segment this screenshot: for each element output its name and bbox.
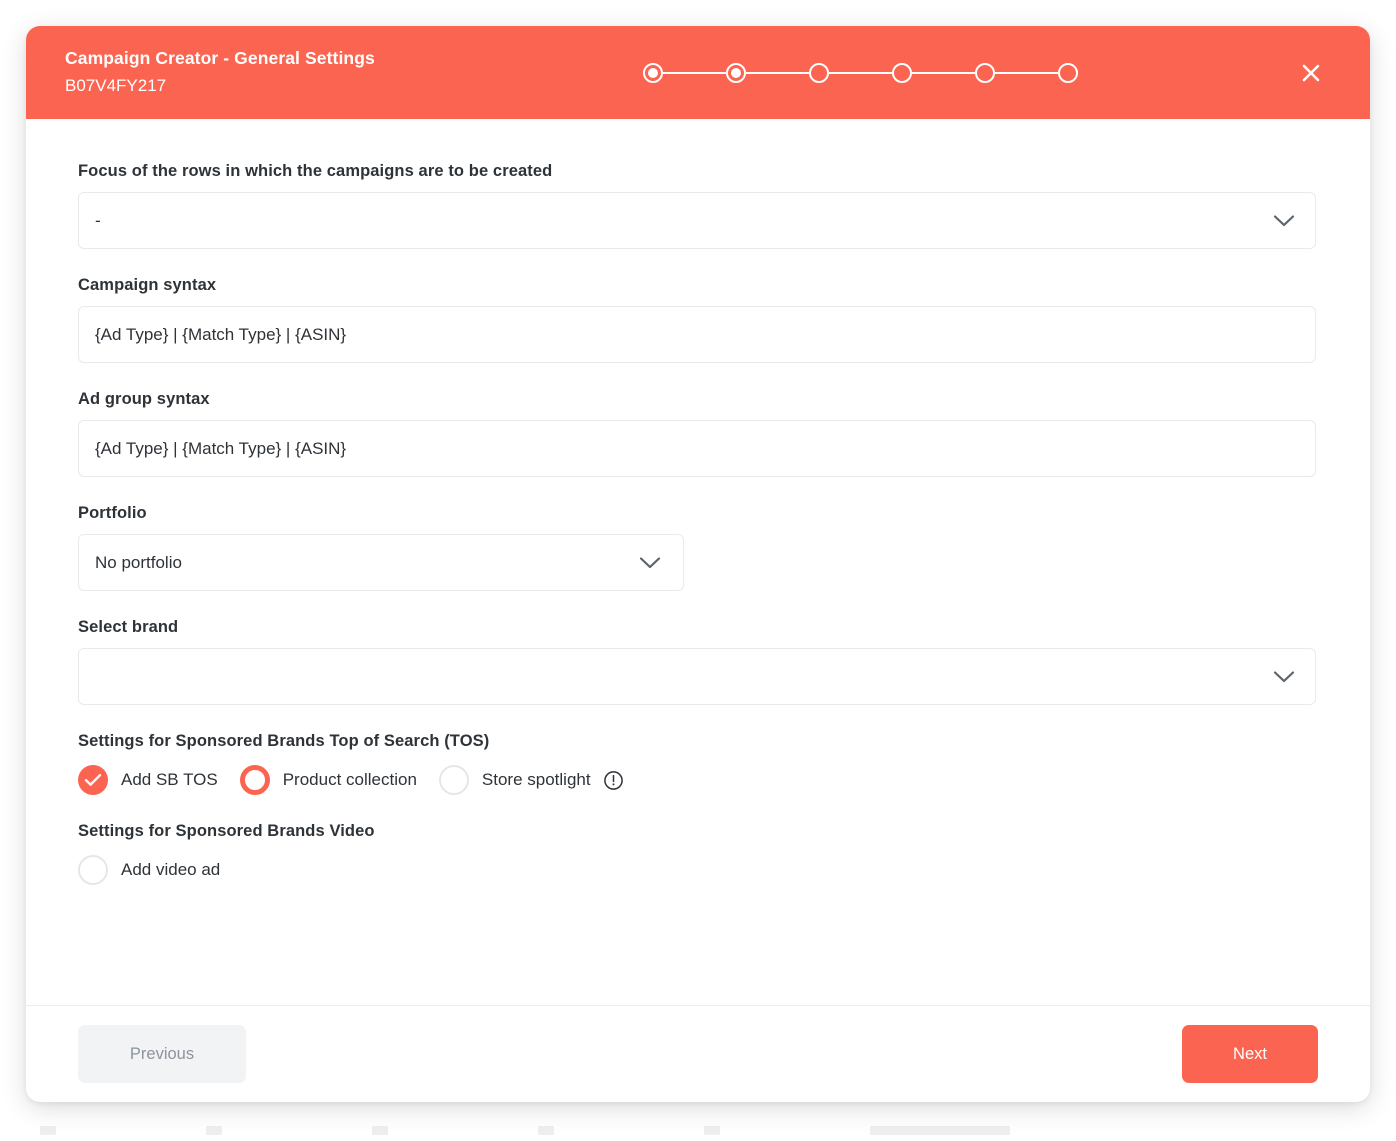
alert-circle-icon[interactable] <box>603 770 624 791</box>
option-label-product-collection: Product collection <box>282 770 417 789</box>
previous-button[interactable]: Previous <box>78 1025 246 1083</box>
focus-select-value: - <box>95 211 101 230</box>
modal-footer: Previous Next <box>26 1005 1370 1102</box>
portfolio-select[interactable]: No portfolio <box>78 534 684 591</box>
option-label-store-spotlight: Store spotlight <box>481 770 591 789</box>
section-sb-video: Settings for Sponsored Brands Video Add … <box>78 822 1318 885</box>
step-indicator-3[interactable] <box>809 62 829 83</box>
focus-select[interactable]: - <box>78 192 1316 249</box>
option-product-collection[interactable]: Product collection <box>239 765 417 795</box>
step-indicator-4[interactable] <box>892 62 912 83</box>
option-add-video-ad[interactable]: Add video ad <box>78 855 220 885</box>
field-campaign-syntax: Campaign syntax {Ad Type} | {Match Type}… <box>78 276 1318 363</box>
option-label-add-sb-tos: Add SB TOS <box>121 770 218 789</box>
step-indicator-2[interactable] <box>726 62 746 83</box>
campaign-syntax-input[interactable]: {Ad Type} | {Match Type} | {ASIN} <box>78 306 1316 363</box>
tos-section-title: Settings for Sponsored Brands Top of Sea… <box>78 732 490 750</box>
radio-selected-icon <box>239 765 270 795</box>
option-label-add-video-ad: Add video ad <box>121 860 221 879</box>
modal-title: Campaign Creator - General Settings <box>65 48 375 68</box>
chevron-down-icon <box>639 556 661 570</box>
portfolio-select-value: No portfolio <box>95 553 182 572</box>
step-connector-4-5 <box>912 71 975 74</box>
step-connector-2-3 <box>746 71 809 74</box>
modal-body: Focus of the rows in which the campaigns… <box>26 119 1370 1005</box>
header-title-block: Campaign Creator - General Settings B07V… <box>65 45 375 99</box>
close-button[interactable] <box>1296 58 1326 88</box>
step-indicator-5[interactable] <box>975 62 995 83</box>
modal-subtitle-asin: B07V4FY217 <box>65 76 167 96</box>
chevron-down-icon <box>1273 670 1295 684</box>
tos-option-row: Add SB TOS Product collection Store spot… <box>78 765 1318 795</box>
modal-header: Campaign Creator - General Settings B07V… <box>26 26 1370 119</box>
portfolio-label: Portfolio <box>78 504 147 522</box>
next-button[interactable]: Next <box>1182 1025 1318 1083</box>
step-connector-5-6 <box>995 71 1058 74</box>
step-indicator-6[interactable] <box>1058 62 1078 83</box>
wizard-stepper <box>643 26 1078 119</box>
section-sb-tos: Settings for Sponsored Brands Top of Sea… <box>78 732 1318 795</box>
focus-label: Focus of the rows in which the campaigns… <box>78 162 553 180</box>
campaign-syntax-label: Campaign syntax <box>78 276 217 294</box>
ad-group-syntax-value: {Ad Type} | {Match Type} | {ASIN} <box>95 439 347 458</box>
option-store-spotlight[interactable]: Store spotlight <box>438 765 624 795</box>
field-portfolio: Portfolio No portfolio <box>78 504 1318 591</box>
video-section-title: Settings for Sponsored Brands Video <box>78 822 375 840</box>
step-connector-3-4 <box>829 71 892 74</box>
radio-unselected-icon <box>78 855 108 885</box>
ad-group-syntax-label: Ad group syntax <box>78 390 210 408</box>
background-page-ghost-row <box>40 1126 1160 1136</box>
field-select-brand: Select brand <box>78 618 1318 705</box>
step-indicator-1[interactable] <box>643 62 663 83</box>
option-add-sb-tos[interactable]: Add SB TOS <box>78 765 218 795</box>
select-brand-label: Select brand <box>78 618 179 636</box>
campaign-syntax-value: {Ad Type} | {Match Type} | {ASIN} <box>95 325 347 344</box>
chevron-down-icon <box>1273 214 1295 228</box>
radio-unselected-icon <box>438 765 469 795</box>
close-icon <box>1302 64 1320 81</box>
field-ad-group-syntax: Ad group syntax {Ad Type} | {Match Type}… <box>78 390 1318 477</box>
campaign-creator-modal: Campaign Creator - General Settings B07V… <box>26 26 1370 1102</box>
field-focus: Focus of the rows in which the campaigns… <box>78 162 1318 249</box>
brand-select[interactable] <box>78 648 1316 705</box>
video-option-row: Add video ad <box>78 855 1318 885</box>
check-circle-icon <box>78 765 108 795</box>
ad-group-syntax-input[interactable]: {Ad Type} | {Match Type} | {ASIN} <box>78 420 1316 477</box>
step-connector-1-2 <box>663 71 726 74</box>
